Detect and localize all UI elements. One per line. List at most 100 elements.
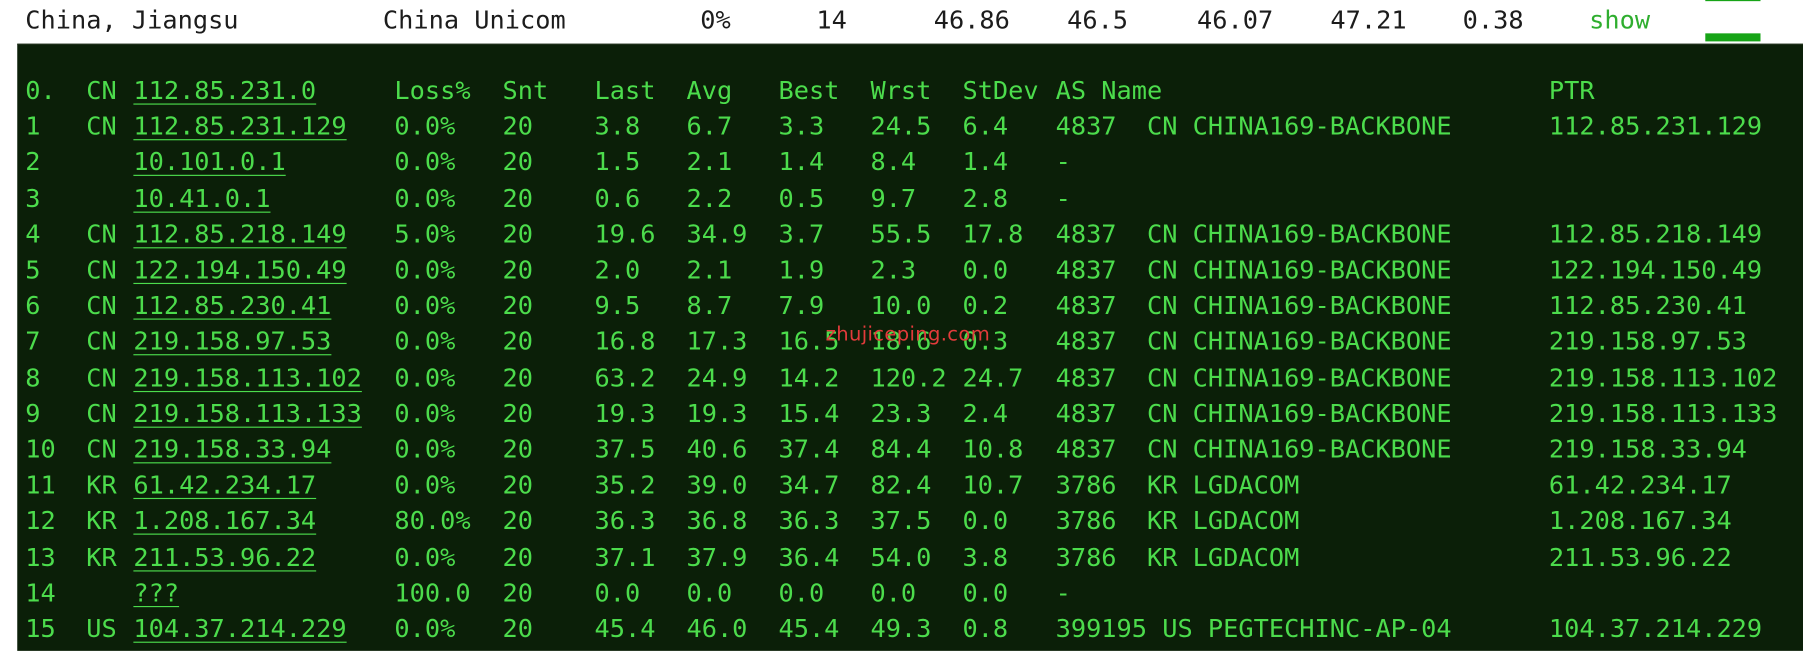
hop-ip-link[interactable]: 122.194.150.49 (133, 253, 346, 289)
as-name-link[interactable]: 4837 CN CHINA169-BACKBONE (1056, 432, 1452, 468)
loss-value: 5.0% (394, 220, 456, 250)
summary-stdev: 0.38 (1462, 6, 1524, 36)
as-name-link: - (1055, 184, 1071, 214)
avg-value: 19.3 (686, 399, 748, 429)
stdev-value: 0.0 (962, 256, 1009, 286)
avg-value: 36.8 (686, 507, 748, 537)
hop-row: 5 CN 122.194.150.49 0.0% 20 2.0 2.1 1.9 2.3 0.0 48… (17, 253, 1803, 289)
loss-value: 100.0 (394, 579, 471, 609)
hop-number: 12 (25, 507, 56, 537)
hop-ip-link[interactable]: 10.101.0.1 (133, 145, 285, 181)
ptr-value: 211.53.96.22 (1548, 543, 1732, 573)
hop-ip-link[interactable]: 219.158.97.53 (133, 325, 331, 361)
hop-ip-link[interactable]: 112.85.231.129 (133, 109, 346, 145)
hop-row: 2 10.101.0.1 0.0% 20 1.5 2.1 1.4 8.4 1.4 - (17, 145, 1803, 181)
as-name-link[interactable]: 4837 CN CHINA169-BACKBONE (1056, 396, 1452, 432)
hop-ip-link[interactable]: 219.158.113.133 (133, 396, 361, 432)
best-value: 3.7 (778, 220, 825, 250)
as-name-link[interactable]: 3786 KR LGDACOM (1056, 540, 1300, 576)
best-value: 0.0 (778, 579, 825, 609)
hop-ip-link[interactable]: 104.37.214.229 (133, 612, 346, 648)
best-value: 7.9 (778, 292, 825, 322)
last-value: 19.6 (594, 220, 656, 250)
hop-ip-link[interactable]: 10.41.0.1 (133, 181, 270, 217)
sent-count: 20 (502, 399, 533, 429)
stdev-value: 0.0 (962, 507, 1009, 537)
hop-row: 1 CN 112.85.231.129 0.0% 20 3.8 6.7 3.3 24.5 6.4 4… (17, 109, 1803, 145)
as-name-link[interactable]: 4837 CN CHINA169-BACKBONE (1056, 289, 1452, 325)
sent-count: 20 (502, 615, 533, 644)
as-name-link[interactable]: 4837 CN CHINA169-BACKBONE (1056, 253, 1452, 289)
last-value: 3.8 (594, 112, 641, 142)
hop-row: 11 KR 61.42.234.17 0.0% 20 35.2 39.0 34.7 82.4 10… (17, 468, 1803, 504)
avg-value: 2.1 (686, 148, 733, 178)
worst-value: 2.3 (870, 256, 917, 286)
worst-value: 54.0 (870, 543, 932, 573)
as-name-link[interactable]: 4837 CN CHINA169-BACKBONE (1056, 217, 1452, 253)
best-value: 45.4 (778, 615, 840, 644)
last-value: 16.8 (594, 328, 656, 357)
as-name-link: - (1055, 148, 1071, 178)
best-value: 1.9 (778, 256, 825, 286)
hop-ip-link[interactable]: 112.85.230.41 (133, 289, 331, 325)
last-value: 1.5 (594, 148, 641, 178)
best-value: 36.4 (778, 543, 840, 573)
hop-number: 4 (25, 220, 41, 250)
sent-count: 20 (502, 579, 533, 609)
ptr-value: 219.158.113.133 (1548, 399, 1778, 429)
avg-value: 37.9 (686, 543, 748, 573)
best-value: 3.3 (778, 112, 825, 142)
as-name-link[interactable]: 4837 CN CHINA169-BACKBONE (1056, 361, 1452, 397)
last-value: 63.2 (594, 364, 656, 393)
summary-bar (1705, 33, 1761, 42)
as-name-link[interactable]: 3786 KR LGDACOM (1056, 504, 1300, 540)
hop-ip-link[interactable]: 219.158.113.102 (133, 361, 361, 397)
loss-value: 0.0% (394, 148, 456, 178)
header-ip-link[interactable]: 112.85.231.0 (133, 74, 316, 110)
country-code: CN (86, 220, 117, 250)
hop-number: 2 (25, 148, 41, 178)
ptr-value: 112.85.230.41 (1548, 292, 1747, 322)
as-name-link: - (1055, 579, 1071, 609)
loss-value: 0.0% (394, 112, 456, 142)
watermark: zhujiceping.com (825, 323, 991, 347)
sent-count: 20 (502, 471, 533, 501)
hop-ip-link[interactable]: ??? (133, 576, 179, 612)
hop-ip-link[interactable]: 61.42.234.17 (133, 468, 316, 504)
header-snt: Snt (502, 77, 549, 106)
show-button[interactable]: show (1589, 0, 1650, 44)
loss-value: 0.0% (394, 543, 456, 573)
hop-number: 11 (25, 471, 56, 501)
as-name-link[interactable]: 399195 US PEGTECHINC-AP-04 (1056, 612, 1452, 648)
last-value: 37.1 (594, 543, 656, 573)
sent-count: 20 (502, 328, 533, 357)
summary-loss: 0% (700, 6, 731, 36)
loss-value: 0.0% (394, 471, 456, 501)
hop-ip-link[interactable]: 211.53.96.22 (133, 540, 316, 576)
country-code: CN (86, 435, 117, 465)
worst-value: 49.3 (870, 615, 932, 644)
hop-ip-link[interactable]: 1.208.167.34 (133, 504, 316, 540)
hop-row: 13 KR 211.53.96.22 0.0% 20 37.1 37.9 36.4 54.0 3.… (17, 540, 1803, 576)
loss-value: 0.0% (394, 435, 456, 465)
worst-value: 23.3 (870, 399, 932, 429)
ptr-value: 61.42.234.17 (1548, 471, 1732, 501)
header-avg: Avg (686, 77, 733, 106)
sent-count: 20 (502, 435, 533, 465)
ptr-value: 219.158.97.53 (1548, 328, 1747, 357)
as-name-link[interactable]: 3786 KR LGDACOM (1056, 468, 1300, 504)
last-value: 2.0 (594, 256, 641, 286)
last-value: 0.0 (594, 579, 641, 609)
loss-value: 0.0% (394, 615, 456, 644)
sent-count: 20 (502, 543, 533, 573)
best-value: 0.5 (778, 184, 825, 214)
hop-ip-link[interactable]: 112.85.218.149 (133, 217, 346, 253)
as-name-link[interactable]: 4837 CN CHINA169-BACKBONE (1056, 109, 1452, 145)
header-last: Last (594, 77, 656, 106)
country-code: CN (86, 328, 117, 357)
hop-ip-link[interactable]: 219.158.33.94 (133, 432, 331, 468)
ptr-value: 122.194.150.49 (1548, 256, 1763, 286)
best-value: 15.4 (778, 399, 840, 429)
as-name-link[interactable]: 4837 CN CHINA169-BACKBONE (1056, 325, 1452, 361)
loss-value: 0.0% (394, 364, 456, 393)
